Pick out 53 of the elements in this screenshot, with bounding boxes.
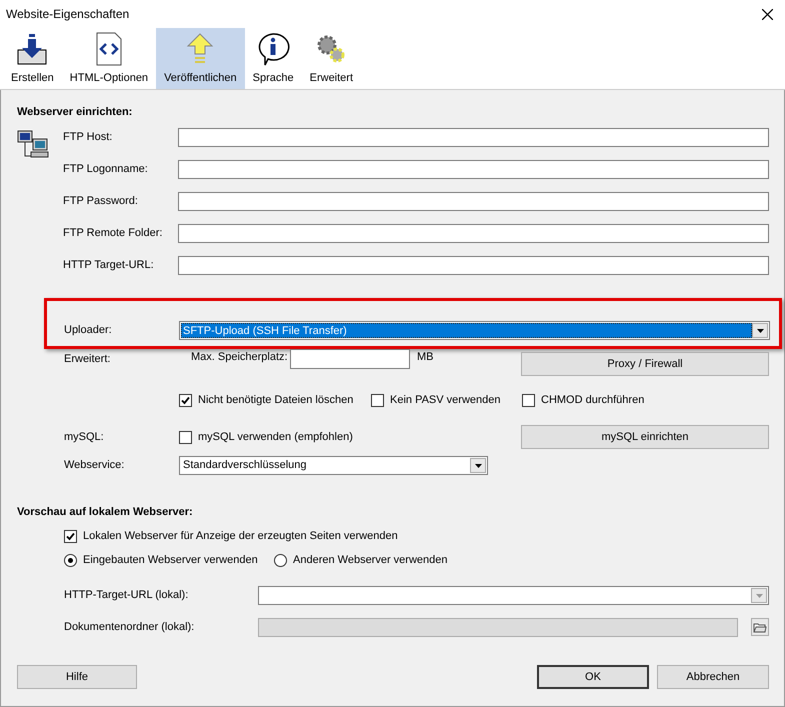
section-heading: Webserver einrichten: [17, 105, 134, 119]
field-label: Uploader: [64, 323, 113, 338]
section-heading: Vorschau auf lokalem Webserver: [17, 505, 194, 519]
field-label: Max. Speicherplatz: [191, 350, 289, 365]
field-label: CHMOD durchführen [541, 393, 644, 408]
text-field[interactable] [178, 192, 769, 211]
window-title: Website-Eigenschaften [6, 6, 130, 23]
field-label: Erweitert: [64, 352, 112, 367]
field-label: FTP Remote Folder: [63, 226, 164, 241]
dialog-button[interactable]: Proxy / Firewall [521, 352, 769, 376]
field-label: mySQL verwenden (empfohlen) [198, 430, 353, 445]
dialog-button[interactable]: OK [537, 665, 649, 689]
field-label: Webservice: [64, 458, 126, 474]
text-field[interactable] [290, 349, 410, 369]
field-label: HTTP Target-URL: [63, 258, 155, 273]
radio-button[interactable] [64, 554, 77, 566]
toolbar-tab[interactable]: HTML-Optionen [62, 28, 156, 89]
toolbar-tab[interactable]: Erstellen [3, 28, 62, 89]
toolbar-tab[interactable]: Erweitert [302, 28, 362, 89]
text-field[interactable] [178, 160, 769, 179]
checkbox[interactable] [179, 430, 192, 444]
field-label: Kein PASV verwenden [390, 393, 500, 408]
dialog-button[interactable]: mySQL einrichten [521, 425, 769, 449]
field-label: Lokalen Webserver für Anzeige der erzeugten Seiten verwenden [83, 528, 398, 544]
field-label: HTTP-Target-URL (lokal): [64, 588, 190, 604]
toolbar-tab[interactable]: Veröffentlichen [156, 28, 245, 89]
text-field[interactable] [178, 128, 769, 147]
dropdown-field[interactable]: SFTP-Upload (SSH File Transfer) [179, 321, 770, 340]
field-label: Anderen Webserver verwenden [293, 552, 448, 568]
toolbar-tab[interactable]: Sprache [244, 28, 302, 89]
checkbox[interactable] [371, 394, 384, 407]
download-tray-icon [15, 32, 50, 66]
dialog-button[interactable]: Hilfe [17, 665, 137, 689]
combo-field[interactable] [258, 586, 769, 605]
field-label: Dokumentenordner (lokal): [64, 620, 196, 635]
radio-button[interactable] [274, 554, 287, 566]
field-label: MB [417, 350, 434, 365]
dropdown-field[interactable]: Standardverschlüsselung [179, 456, 488, 475]
checkbox[interactable] [522, 394, 535, 407]
field-label: FTP Host: [63, 130, 114, 145]
field-label: FTP Logonname: [63, 162, 149, 177]
dialog-button[interactable]: Abbrechen [657, 665, 769, 689]
field-label: Eingebauten Webserver verwenden [83, 552, 258, 568]
checkbox[interactable] [179, 394, 192, 407]
text-field[interactable] [178, 224, 769, 243]
field-label: Nicht benötigte Dateien löschen [198, 393, 354, 408]
text-field[interactable] [178, 256, 769, 275]
checkbox[interactable] [64, 530, 77, 542]
close-icon[interactable] [762, 8, 773, 20]
field-label: mySQL: [64, 430, 105, 445]
folder-icon[interactable] [751, 618, 769, 636]
field-label: FTP Password: [63, 194, 139, 209]
info-bubble-icon [256, 32, 290, 66]
